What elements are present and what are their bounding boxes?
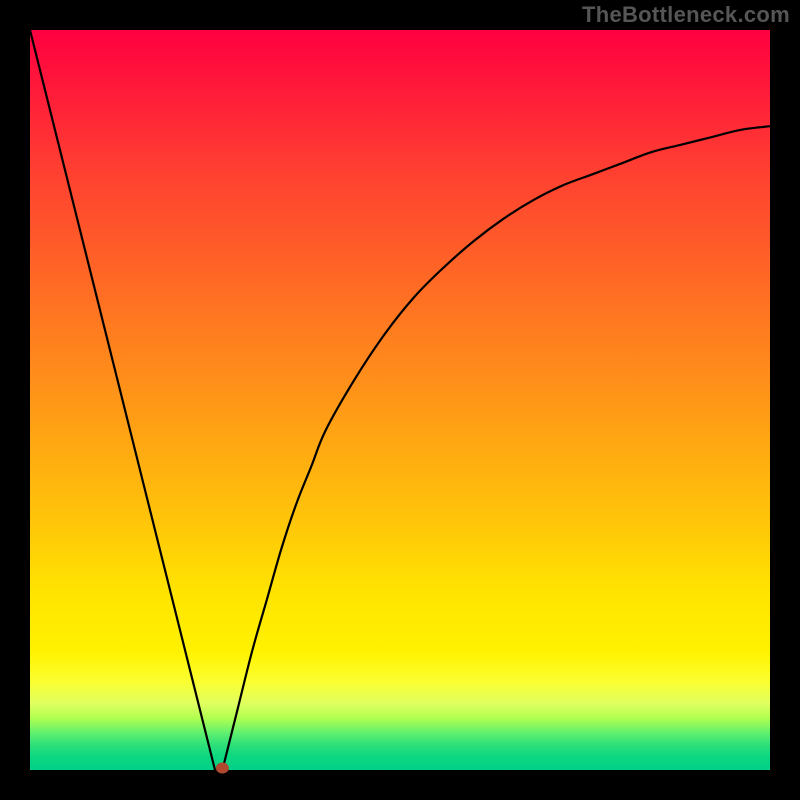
minimum-marker xyxy=(216,763,228,773)
curve-left xyxy=(30,30,222,770)
plot-area xyxy=(30,30,770,770)
chart-frame: TheBottleneck.com xyxy=(0,0,800,800)
chart-svg xyxy=(30,30,770,770)
watermark-label: TheBottleneck.com xyxy=(582,2,790,28)
curve-right xyxy=(222,126,770,770)
